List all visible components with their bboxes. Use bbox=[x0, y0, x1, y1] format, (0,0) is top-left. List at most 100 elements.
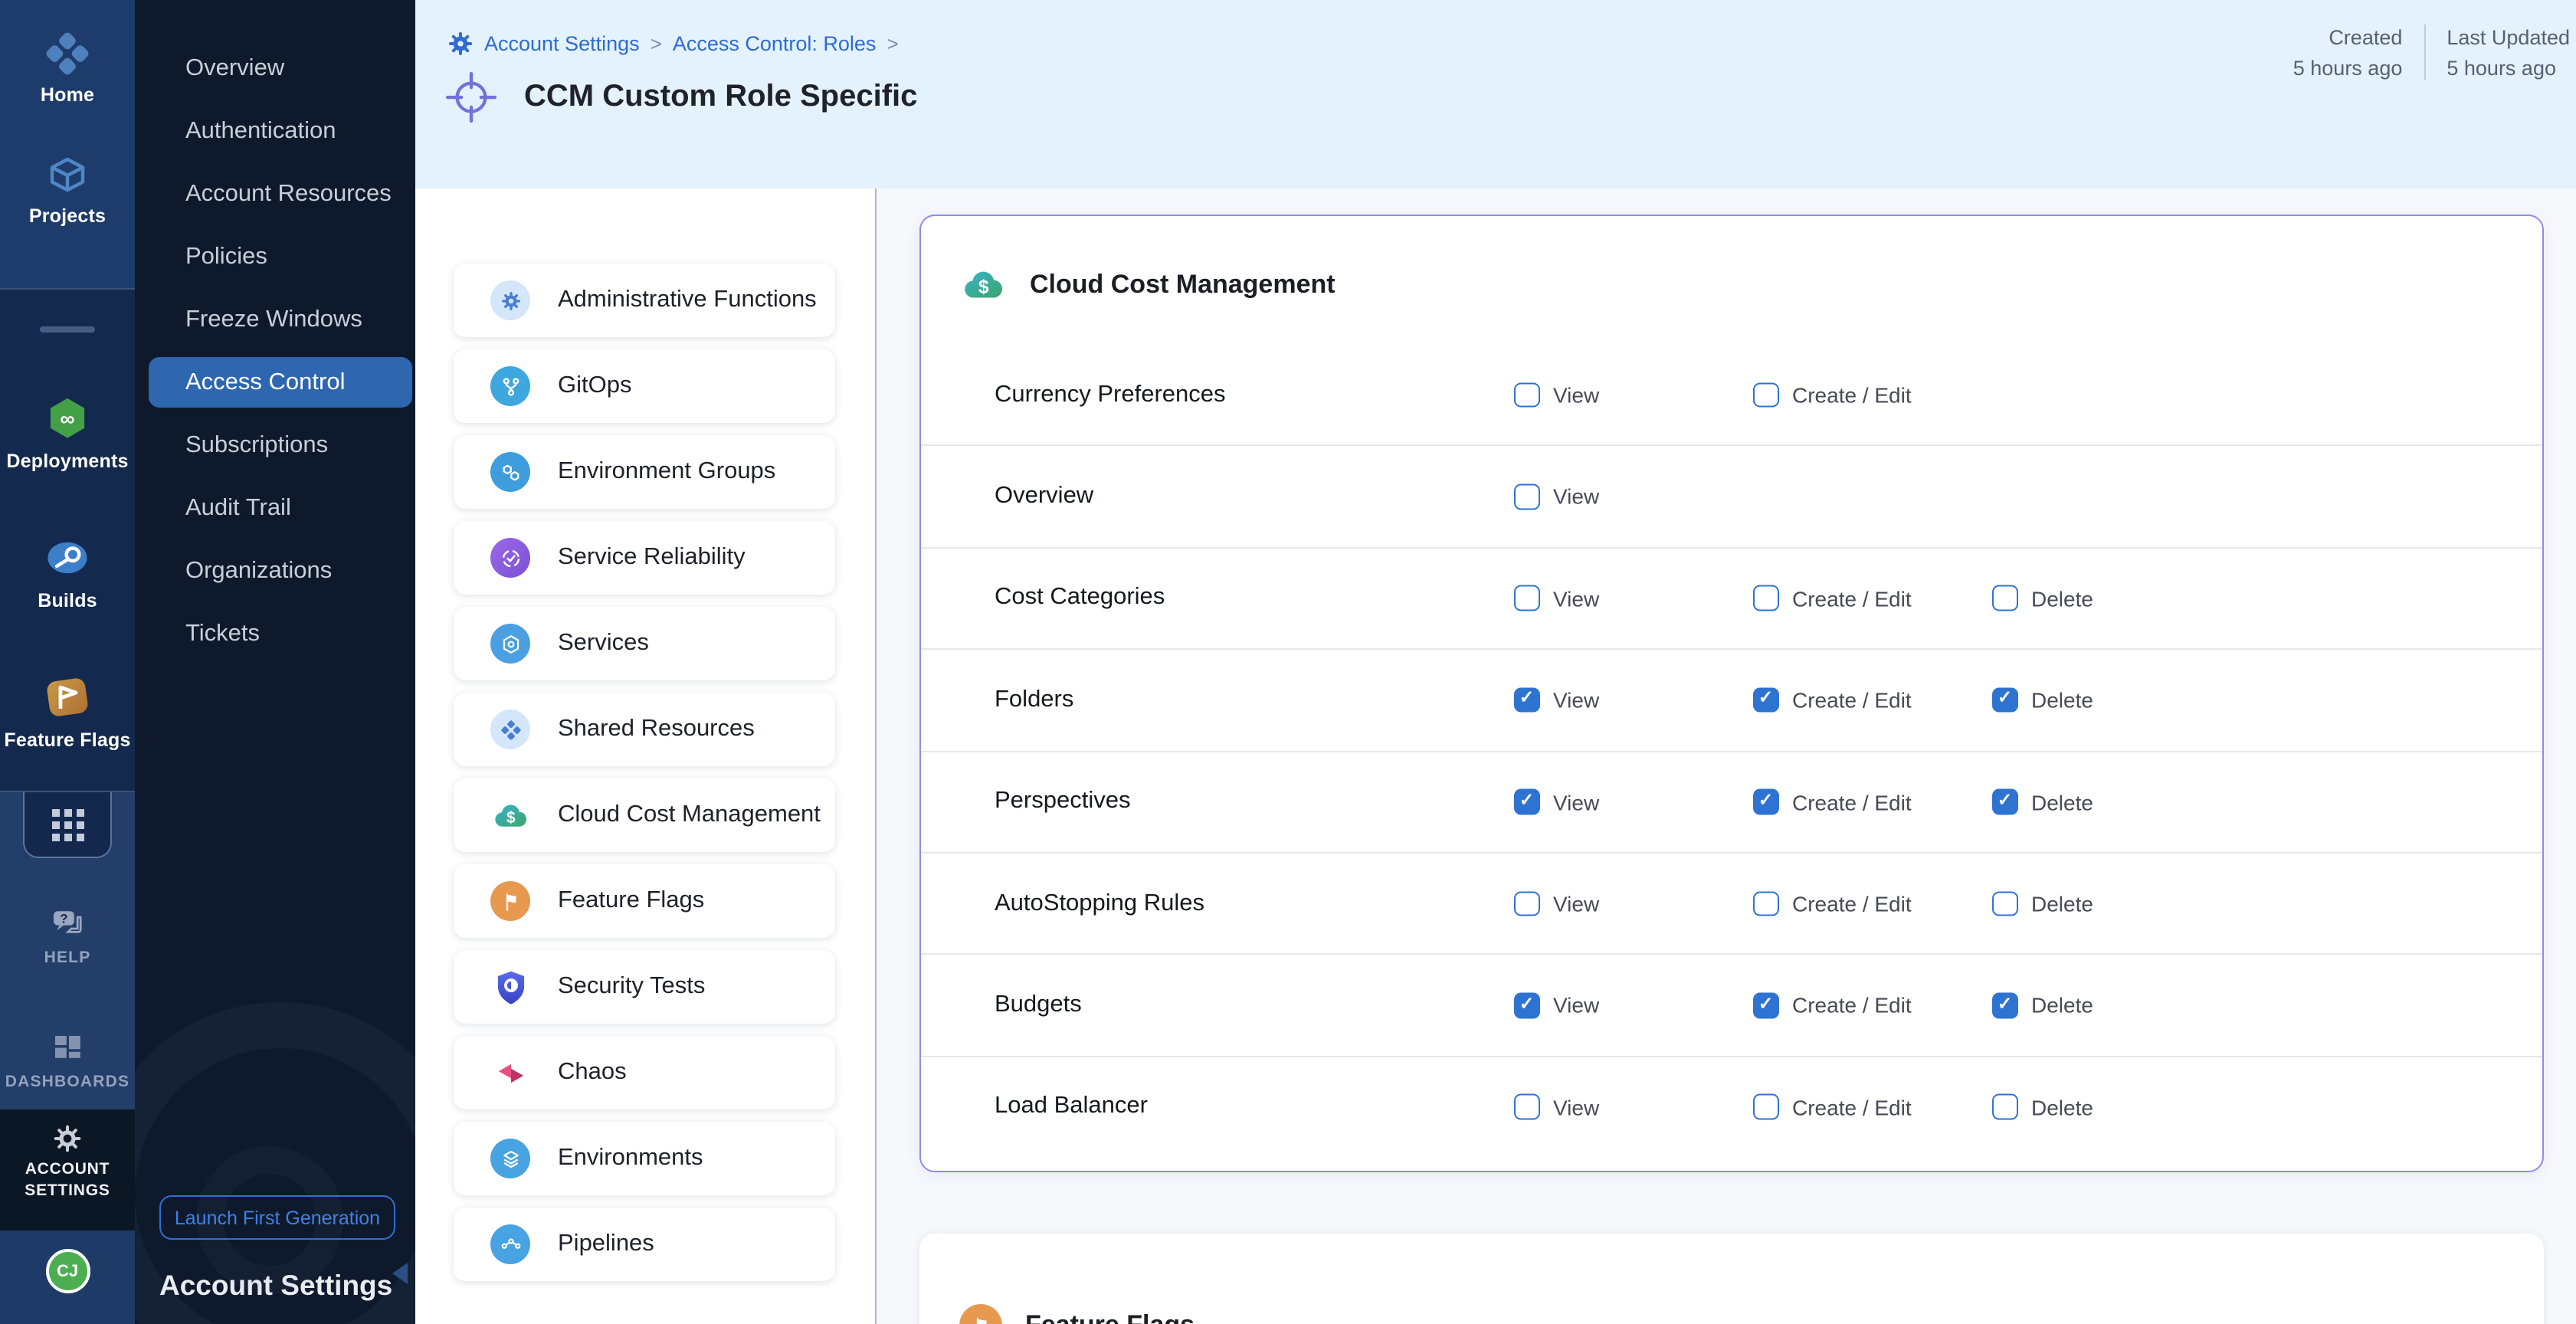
permission-label: View bbox=[1553, 891, 1599, 916]
permission-name: Perspectives bbox=[995, 788, 1130, 816]
sidebar-item-freeze-windows[interactable]: Freeze Windows bbox=[135, 288, 415, 351]
permission-folders-create-edit[interactable]: Create / Edit bbox=[1753, 687, 1912, 713]
checkbox-cost-categories-delete[interactable] bbox=[1992, 585, 2017, 611]
sidebar-item-audit-trail[interactable]: Audit Trail bbox=[135, 477, 415, 539]
permission-budgets-view[interactable]: View bbox=[1514, 993, 1599, 1018]
checkbox-autostopping-rules-delete[interactable] bbox=[1992, 891, 2017, 916]
breadcrumb-account-settings[interactable]: Account Settings bbox=[484, 32, 640, 55]
permission-autostopping-rules-view[interactable]: View bbox=[1514, 891, 1599, 916]
category-card-service-reliability[interactable]: Service Reliability bbox=[454, 521, 835, 595]
category-card-cloud-cost-management[interactable]: $ Cloud Cost Management bbox=[454, 778, 835, 852]
category-card-security-tests[interactable]: Security Tests bbox=[454, 950, 835, 1024]
permission-budgets-delete[interactable]: Delete bbox=[1992, 993, 2093, 1018]
permission-currency-preferences-create-edit[interactable]: Create / Edit bbox=[1753, 382, 1912, 408]
launch-first-generation-button[interactable]: Launch First Generation bbox=[159, 1195, 395, 1240]
rail-item-help[interactable]: ?HELP bbox=[0, 904, 135, 967]
sidebar-item-policies[interactable]: Policies bbox=[135, 225, 415, 288]
sidebar-item-subscriptions[interactable]: Subscriptions bbox=[135, 414, 415, 477]
category-card-environments[interactable]: Environments bbox=[454, 1122, 835, 1195]
sidebar-item-access-control[interactable]: Access Control bbox=[149, 357, 412, 408]
category-card-gitops[interactable]: GitOps bbox=[454, 349, 835, 423]
page-title: CCM Custom Role Specific bbox=[524, 80, 917, 115]
permission-perspectives-view[interactable]: View bbox=[1514, 789, 1599, 814]
checkbox-budgets-delete[interactable] bbox=[1992, 993, 2017, 1018]
checkbox-budgets-create-edit[interactable] bbox=[1753, 993, 1778, 1018]
permission-load-balancer-delete[interactable]: Delete bbox=[1992, 1094, 2093, 1119]
checkbox-cost-categories-view[interactable] bbox=[1514, 585, 1539, 611]
rail-modules-section: ∞Deployments Builds Feature Flags bbox=[0, 288, 135, 791]
checkbox-currency-preferences-create-edit[interactable] bbox=[1753, 382, 1778, 408]
permission-load-balancer-create-edit[interactable]: Create / Edit bbox=[1753, 1094, 1912, 1119]
rail-top-section: Home Projects bbox=[0, 0, 135, 288]
checkbox-folders-create-edit[interactable] bbox=[1753, 687, 1778, 713]
category-label: Service Reliability bbox=[558, 544, 746, 572]
checkbox-load-balancer-delete[interactable] bbox=[1992, 1094, 2017, 1119]
svg-text:$: $ bbox=[506, 808, 515, 826]
category-label: GitOps bbox=[558, 372, 631, 400]
checkbox-overview-view[interactable] bbox=[1514, 484, 1539, 510]
rail-item-feature-flags[interactable]: Feature Flags bbox=[0, 672, 135, 750]
permission-autostopping-rules-create-edit[interactable]: Create / Edit bbox=[1753, 891, 1912, 916]
category-card-chaos[interactable]: Chaos bbox=[454, 1036, 835, 1109]
checkbox-folders-view[interactable] bbox=[1514, 687, 1539, 713]
permission-load-balancer-view[interactable]: View bbox=[1514, 1094, 1599, 1119]
rail-item-builds[interactable]: Builds bbox=[0, 533, 135, 611]
home-icon bbox=[44, 31, 90, 77]
rail-item-home[interactable]: Home bbox=[0, 31, 135, 106]
permission-budgets-create-edit[interactable]: Create / Edit bbox=[1753, 993, 1912, 1018]
permission-cost-categories-delete[interactable]: Delete bbox=[1992, 585, 2093, 611]
category-card-shared-resources[interactable]: Shared Resources bbox=[454, 693, 835, 766]
checkbox-perspectives-delete[interactable] bbox=[1992, 789, 2017, 814]
sidebar-item-authentication[interactable]: Authentication bbox=[135, 100, 415, 162]
checkbox-perspectives-create-edit[interactable] bbox=[1753, 789, 1778, 814]
checkbox-budgets-view[interactable] bbox=[1514, 993, 1539, 1018]
rail-item-label: Feature Flags bbox=[4, 729, 130, 750]
sidebar-item-organizations[interactable]: Organizations bbox=[135, 539, 415, 602]
page-header: Account Settings > Access Control: Roles… bbox=[415, 0, 2576, 188]
rail-item-dashboards[interactable]: DASHBOARDS bbox=[0, 1028, 135, 1091]
permission-perspectives-delete[interactable]: Delete bbox=[1992, 789, 2093, 814]
checkbox-load-balancer-view[interactable] bbox=[1514, 1094, 1539, 1119]
environments-icon bbox=[490, 1139, 530, 1178]
rail-item-deployments[interactable]: ∞Deployments bbox=[0, 393, 135, 471]
permission-folders-view[interactable]: View bbox=[1514, 687, 1599, 713]
permission-overview-view[interactable]: View bbox=[1514, 484, 1599, 510]
breadcrumb-separator: > bbox=[887, 32, 898, 55]
rail-account-settings[interactable]: ACCOUNT SETTINGS bbox=[0, 1109, 135, 1231]
permission-currency-preferences-view[interactable]: View bbox=[1514, 382, 1599, 408]
checkbox-load-balancer-create-edit[interactable] bbox=[1753, 1094, 1778, 1119]
sidebar-item-overview[interactable]: Overview bbox=[135, 37, 415, 100]
checkbox-autostopping-rules-create-edit[interactable] bbox=[1753, 891, 1778, 916]
module-selector-button[interactable] bbox=[23, 792, 112, 858]
category-card-services[interactable]: Services bbox=[454, 607, 835, 680]
collapse-sidebar-icon[interactable] bbox=[392, 1263, 408, 1284]
checkbox-perspectives-view[interactable] bbox=[1514, 789, 1539, 814]
sidebar-item-account-resources[interactable]: Account Resources bbox=[135, 162, 415, 225]
checkbox-currency-preferences-view[interactable] bbox=[1514, 382, 1539, 408]
permission-autostopping-rules-delete[interactable]: Delete bbox=[1992, 891, 2093, 916]
category-label: Cloud Cost Management bbox=[558, 801, 821, 829]
created-meta: Created 5 hours ago bbox=[2293, 25, 2403, 79]
category-card-pipelines[interactable]: Pipelines bbox=[454, 1208, 835, 1281]
permission-cost-categories-create-edit[interactable]: Create / Edit bbox=[1753, 585, 1912, 611]
permission-label: Delete bbox=[2031, 688, 2093, 713]
category-card-feature-flags[interactable]: Feature Flags bbox=[454, 864, 835, 938]
svg-text:$: $ bbox=[978, 277, 989, 298]
category-card-administrative-functions[interactable]: Administrative Functions bbox=[454, 264, 835, 337]
breadcrumb-access-control-roles[interactable]: Access Control: Roles bbox=[673, 32, 877, 55]
checkbox-autostopping-rules-view[interactable] bbox=[1514, 891, 1539, 916]
permission-perspectives-create-edit[interactable]: Create / Edit bbox=[1753, 789, 1912, 814]
checkbox-cost-categories-create-edit[interactable] bbox=[1753, 585, 1778, 611]
cloud-cost-management-icon: $ bbox=[490, 795, 530, 835]
rail-item-projects[interactable]: Projects bbox=[0, 152, 135, 227]
category-card-environment-groups[interactable]: Environment Groups bbox=[454, 435, 835, 509]
permission-row-budgets: BudgetsViewCreate / EditDelete bbox=[921, 955, 2542, 1057]
module-rail: Home Projects ∞Deployments Builds Feature F… bbox=[0, 0, 135, 1324]
avatar[interactable]: CJ bbox=[45, 1249, 90, 1293]
rail-item-label: Builds bbox=[38, 589, 97, 611]
permission-folders-delete[interactable]: Delete bbox=[1992, 687, 2093, 713]
sidebar-item-tickets[interactable]: Tickets bbox=[135, 602, 415, 665]
resource-category-list: Administrative Functions GitOps Environmen… bbox=[415, 188, 875, 1324]
permission-cost-categories-view[interactable]: View bbox=[1514, 585, 1599, 611]
checkbox-folders-delete[interactable] bbox=[1992, 687, 2017, 713]
